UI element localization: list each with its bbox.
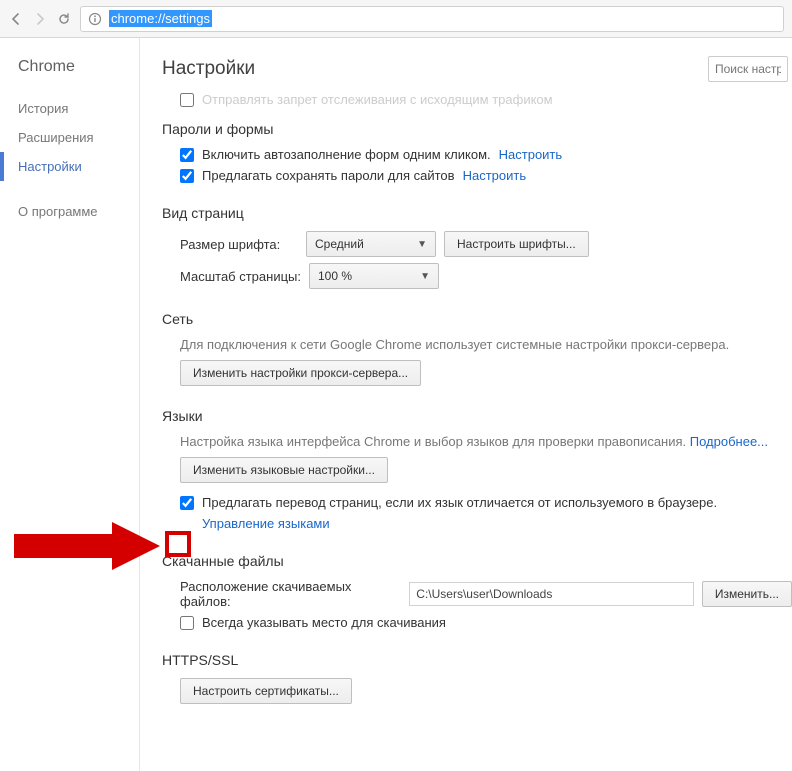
offer-translate-checkbox[interactable] bbox=[180, 496, 194, 510]
section-heading: Языки bbox=[162, 408, 792, 424]
section-heading: Вид страниц bbox=[162, 205, 792, 221]
sidebar-item-about[interactable]: О программе bbox=[0, 197, 139, 226]
save-passwords-link[interactable]: Настроить bbox=[463, 168, 527, 183]
certificates-button[interactable]: Настроить сертификаты... bbox=[180, 678, 352, 704]
brand-title: Chrome bbox=[0, 58, 139, 94]
network-description: Для подключения к сети Google Chrome исп… bbox=[180, 337, 792, 352]
search-input[interactable] bbox=[708, 56, 788, 82]
learn-more-link[interactable]: Подробнее... bbox=[690, 434, 768, 449]
section-appearance: Вид страниц Размер шрифта: Средний ▼ Нас… bbox=[162, 205, 792, 289]
autofill-label: Включить автозаполнение форм одним клико… bbox=[202, 147, 491, 162]
reload-icon[interactable] bbox=[56, 11, 72, 27]
save-passwords-checkbox[interactable] bbox=[180, 169, 194, 183]
forward-icon[interactable] bbox=[32, 11, 48, 27]
offer-translate-label: Предлагать перевод страниц, если их язык… bbox=[202, 495, 717, 510]
ask-download-location-checkbox[interactable] bbox=[180, 616, 194, 630]
proxy-settings-button[interactable]: Изменить настройки прокси-сервера... bbox=[180, 360, 421, 386]
download-path-field[interactable] bbox=[409, 582, 694, 606]
info-icon[interactable] bbox=[87, 11, 103, 27]
do-not-track-checkbox[interactable] bbox=[180, 93, 194, 107]
font-size-select[interactable]: Средний ▼ bbox=[306, 231, 436, 257]
sidebar-item-history[interactable]: История bbox=[0, 94, 139, 123]
change-download-path-button[interactable]: Изменить... bbox=[702, 581, 792, 607]
language-settings-button[interactable]: Изменить языковые настройки... bbox=[180, 457, 388, 483]
section-passwords: Пароли и формы Включить автозаполнение ф… bbox=[162, 121, 792, 183]
download-path-label: Расположение скачиваемых файлов: bbox=[180, 579, 401, 609]
section-https: HTTPS/SSL Настроить сертификаты... bbox=[162, 652, 792, 704]
main-panel: Настройки Отправлять запрет отслеживания… bbox=[140, 38, 792, 771]
section-downloads: Скачанные файлы Расположение скачиваемых… bbox=[162, 553, 792, 630]
section-heading: Скачанные файлы bbox=[162, 553, 792, 569]
manage-languages-link[interactable]: Управление языками bbox=[202, 516, 330, 531]
address-url: chrome://settings bbox=[109, 10, 212, 27]
browser-toolbar: chrome://settings bbox=[0, 0, 792, 38]
ask-download-location-label: Всегда указывать место для скачивания bbox=[202, 615, 446, 630]
font-size-label: Размер шрифта: bbox=[180, 237, 298, 252]
font-size-value: Средний bbox=[315, 237, 364, 251]
section-heading: HTTPS/SSL bbox=[162, 652, 792, 668]
page-zoom-value: 100 % bbox=[318, 269, 352, 283]
page-zoom-label: Масштаб страницы: bbox=[180, 269, 301, 284]
caret-down-icon: ▼ bbox=[417, 239, 427, 250]
sidebar-item-settings[interactable]: Настройки bbox=[0, 152, 139, 181]
page-zoom-select[interactable]: 100 % ▼ bbox=[309, 263, 439, 289]
sidebar: Chrome История Расширения Настройки О пр… bbox=[0, 38, 140, 771]
caret-down-icon: ▼ bbox=[420, 271, 430, 282]
sidebar-item-extensions[interactable]: Расширения bbox=[0, 123, 139, 152]
do-not-track-label: Отправлять запрет отслеживания с исходящ… bbox=[202, 92, 553, 107]
section-heading: Пароли и формы bbox=[162, 121, 792, 137]
autofill-checkbox[interactable] bbox=[180, 148, 194, 162]
back-icon[interactable] bbox=[8, 11, 24, 27]
page-title: Настройки bbox=[162, 58, 708, 80]
languages-description: Настройка языка интерфейса Chrome и выбо… bbox=[180, 434, 792, 449]
customize-fonts-button[interactable]: Настроить шрифты... bbox=[444, 231, 589, 257]
section-languages: Языки Настройка языка интерфейса Chrome … bbox=[162, 408, 792, 531]
save-passwords-label: Предлагать сохранять пароли для сайтов bbox=[202, 168, 455, 183]
section-network: Сеть Для подключения к сети Google Chrom… bbox=[162, 311, 792, 386]
autofill-link[interactable]: Настроить bbox=[499, 147, 563, 162]
address-bar[interactable]: chrome://settings bbox=[80, 6, 784, 32]
section-heading: Сеть bbox=[162, 311, 792, 327]
